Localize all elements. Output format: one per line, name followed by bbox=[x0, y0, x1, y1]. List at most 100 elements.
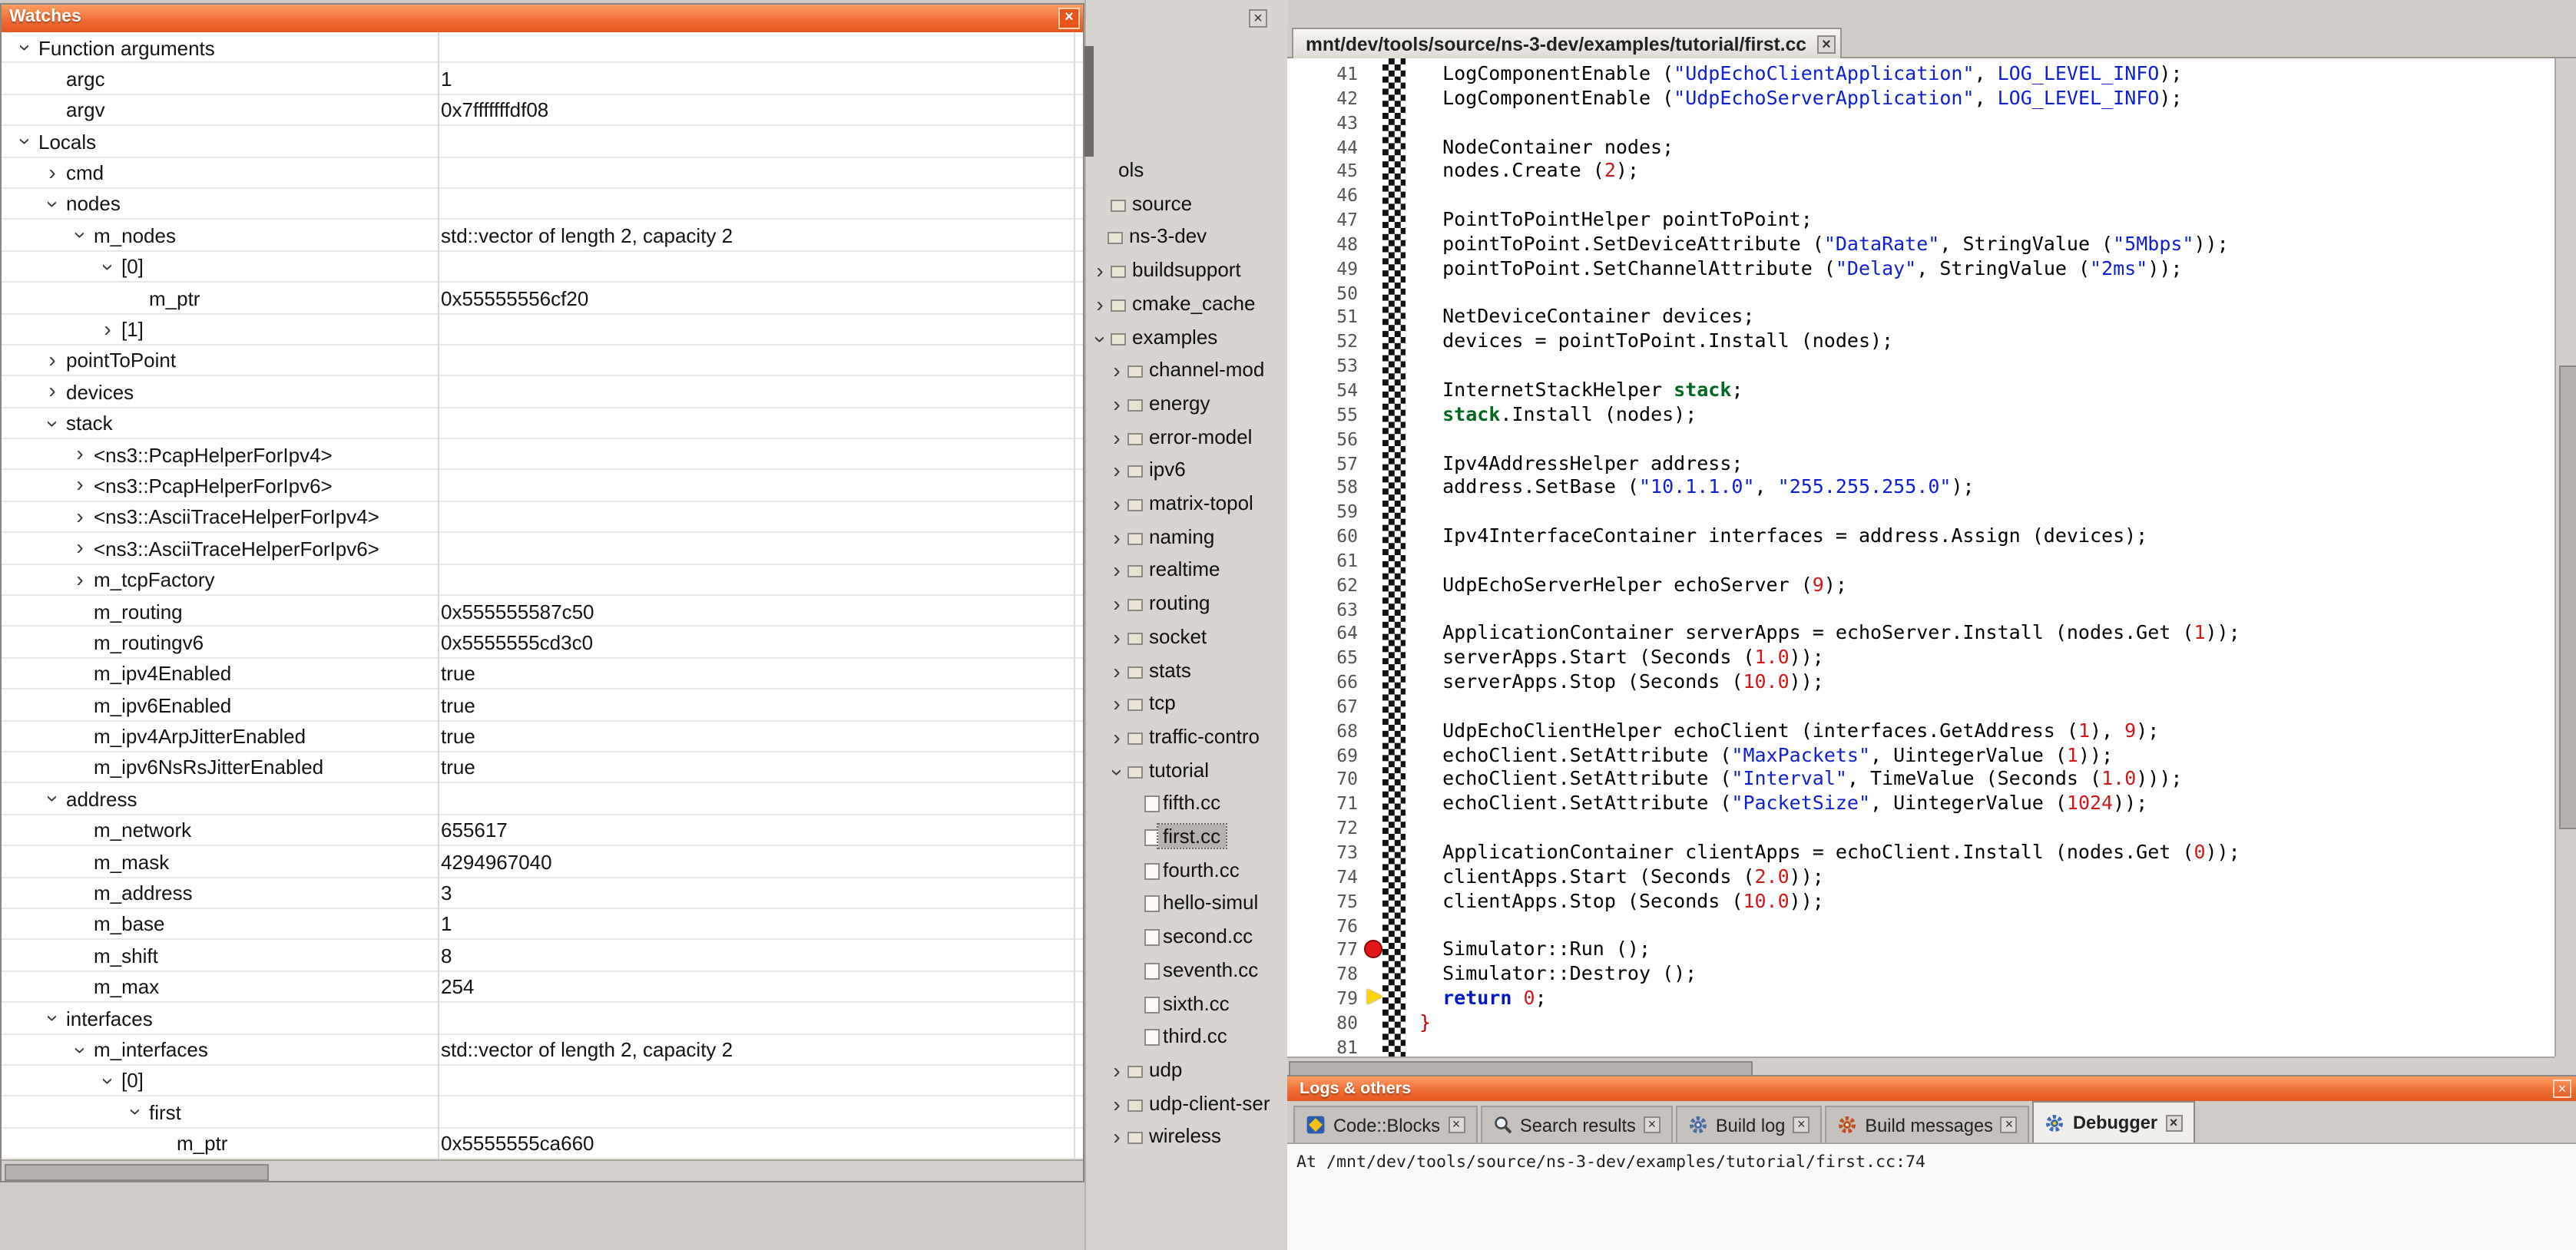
watches-hscrollbar[interactable] bbox=[2, 1159, 1083, 1181]
log-tab-debugger[interactable]: Debugger× bbox=[2033, 1101, 2194, 1143]
collapse-icon[interactable]: › bbox=[66, 1039, 94, 1060]
expand-icon[interactable]: › bbox=[1106, 558, 1127, 586]
expand-icon[interactable]: › bbox=[69, 504, 91, 531]
close-icon[interactable]: × bbox=[2165, 1114, 2182, 1131]
expand-icon[interactable]: › bbox=[1106, 625, 1127, 653]
log-tab-search-results[interactable]: Search results× bbox=[1480, 1106, 1673, 1143]
watch-row[interactable]: ›Function arguments bbox=[2, 32, 1083, 64]
expand-icon[interactable]: › bbox=[1106, 725, 1127, 752]
collapse-icon[interactable]: › bbox=[66, 225, 94, 246]
expand-icon[interactable]: › bbox=[1106, 1091, 1127, 1119]
watch-row[interactable]: m_ipv6NsRsJitterEnabledtrue bbox=[2, 752, 1083, 784]
close-icon[interactable]: × bbox=[2001, 1116, 2018, 1133]
expand-icon[interactable]: › bbox=[1106, 458, 1127, 486]
expand-icon[interactable]: › bbox=[97, 316, 118, 343]
collapse-icon[interactable]: › bbox=[38, 1007, 66, 1029]
tree-item-buildsupport[interactable]: ›buildsupport bbox=[1086, 256, 1289, 287]
tree-item-second-cc[interactable]: second.cc bbox=[1086, 923, 1289, 954]
log-tab-build-log[interactable]: Build log× bbox=[1676, 1106, 1823, 1143]
expand-icon[interactable]: › bbox=[1106, 392, 1127, 419]
tree-scrollbar-thumb[interactable] bbox=[1084, 46, 1094, 157]
tree-item-error-model[interactable]: ›error-model bbox=[1086, 423, 1289, 454]
watch-row[interactable]: ›address bbox=[2, 784, 1083, 815]
expand-icon[interactable]: › bbox=[1106, 1125, 1127, 1152]
watch-row[interactable]: m_routingv60x5555555cd3c0 bbox=[2, 627, 1083, 659]
expand-icon[interactable]: › bbox=[1106, 1058, 1127, 1086]
tree-item-ols[interactable]: ols bbox=[1086, 157, 1289, 187]
collapse-icon[interactable]: › bbox=[38, 193, 66, 215]
expand-icon[interactable]: › bbox=[69, 441, 91, 468]
log-tab-code-blocks[interactable]: Code::Blocks× bbox=[1293, 1106, 1477, 1143]
tree-item-socket[interactable]: ›socket bbox=[1086, 623, 1289, 654]
expand-icon[interactable]: › bbox=[1106, 658, 1127, 686]
watch-row[interactable]: m_ptr0x5555555ca660 bbox=[2, 1128, 1083, 1159]
tree-item-channel-mod[interactable]: ›channel-mod bbox=[1086, 356, 1289, 387]
tree-item-sixth-cc[interactable]: sixth.cc bbox=[1086, 990, 1289, 1020]
watch-row[interactable]: m_max254 bbox=[2, 971, 1083, 1003]
tree-item-wireless[interactable]: ›wireless bbox=[1086, 1123, 1289, 1154]
watch-row[interactable]: argc1 bbox=[2, 64, 1083, 95]
tree-item-tutorial[interactable]: ›tutorial bbox=[1086, 756, 1289, 787]
expand-icon[interactable]: › bbox=[1089, 292, 1111, 319]
log-tab-build-messages[interactable]: Build messages× bbox=[1825, 1106, 2030, 1143]
watch-row[interactable]: ›nodes bbox=[2, 189, 1083, 220]
watches-titlebar[interactable]: Watches × bbox=[2, 5, 1083, 32]
column-divider[interactable] bbox=[1074, 32, 1075, 1159]
column-divider[interactable] bbox=[438, 32, 439, 1159]
tree-item-fifth-cc[interactable]: fifth.cc bbox=[1086, 790, 1289, 821]
watch-row[interactable]: ›[0] bbox=[2, 1066, 1083, 1097]
watch-row[interactable]: ›<ns3::PcapHelperForIpv4> bbox=[2, 439, 1083, 471]
watch-row[interactable]: ›[0] bbox=[2, 251, 1083, 283]
tree-item-naming[interactable]: ›naming bbox=[1086, 523, 1289, 554]
tree-item-first-cc[interactable]: first.cc bbox=[1086, 823, 1289, 854]
expand-icon[interactable]: › bbox=[41, 159, 63, 187]
expand-icon[interactable]: › bbox=[1106, 691, 1127, 719]
watch-row[interactable]: ›m_nodesstd::vector of length 2, capacit… bbox=[2, 220, 1083, 252]
close-icon[interactable]: × bbox=[1817, 35, 1836, 53]
tree-item-seventh-cc[interactable]: seventh.cc bbox=[1086, 957, 1289, 987]
scrollbar-thumb[interactable] bbox=[5, 1164, 269, 1181]
expand-icon[interactable]: › bbox=[69, 535, 91, 563]
tree-item-examples[interactable]: ›examples bbox=[1086, 323, 1289, 354]
tree-item-ipv6[interactable]: ›ipv6 bbox=[1086, 457, 1289, 488]
watch-row[interactable]: m_ptr0x55555556cf20 bbox=[2, 283, 1083, 314]
breakpoint-icon[interactable] bbox=[1364, 940, 1382, 958]
watch-row[interactable]: ›m_tcpFactory bbox=[2, 564, 1083, 596]
tree-item-ns-3-dev[interactable]: ns-3-dev bbox=[1086, 223, 1289, 254]
watch-row[interactable]: m_mask4294967040 bbox=[2, 846, 1083, 878]
watch-row[interactable]: ›cmd bbox=[2, 157, 1083, 189]
tree-item-energy[interactable]: ›energy bbox=[1086, 390, 1289, 421]
close-icon[interactable]: × bbox=[1448, 1116, 1465, 1133]
collapse-icon[interactable]: › bbox=[38, 412, 66, 434]
watch-row[interactable]: m_address3 bbox=[2, 878, 1083, 909]
watch-row[interactable]: m_ipv4Enabledtrue bbox=[2, 659, 1083, 690]
expand-icon[interactable]: › bbox=[1106, 425, 1127, 452]
watch-row[interactable]: ›Locals bbox=[2, 126, 1083, 157]
tree-item-third-cc[interactable]: third.cc bbox=[1086, 1023, 1289, 1053]
expand-icon[interactable]: › bbox=[1106, 491, 1127, 519]
close-icon[interactable]: × bbox=[1249, 9, 1267, 28]
collapse-icon[interactable]: › bbox=[38, 789, 66, 810]
tree-item-tcp[interactable]: ›tcp bbox=[1086, 689, 1289, 720]
watch-row[interactable]: m_base1 bbox=[2, 909, 1083, 941]
close-icon[interactable]: × bbox=[2553, 1079, 2571, 1097]
scrollbar-thumb[interactable] bbox=[2558, 365, 2576, 829]
close-icon[interactable]: × bbox=[1058, 8, 1080, 29]
expand-icon[interactable]: › bbox=[41, 347, 63, 375]
collapse-icon[interactable]: › bbox=[11, 131, 38, 152]
tree-item-source[interactable]: source bbox=[1086, 190, 1289, 220]
expand-icon[interactable]: › bbox=[41, 379, 63, 406]
expand-icon[interactable]: › bbox=[1089, 258, 1111, 286]
expand-icon[interactable]: › bbox=[1106, 358, 1127, 385]
tree-item-udp[interactable]: ›udp bbox=[1086, 1057, 1289, 1087]
watch-row[interactable]: ›<ns3::AsciiTraceHelperForIpv4> bbox=[2, 502, 1083, 534]
tree-item-udp-client-ser[interactable]: ›udp-client-ser bbox=[1086, 1090, 1289, 1120]
watch-row[interactable]: ›m_interfacesstd::vector of length 2, ca… bbox=[2, 1034, 1083, 1066]
tree-item-routing[interactable]: ›routing bbox=[1086, 590, 1289, 620]
tree-item-realtime[interactable]: ›realtime bbox=[1086, 557, 1289, 587]
collapse-icon[interactable]: › bbox=[121, 1102, 149, 1123]
editor-vscrollbar[interactable] bbox=[2554, 58, 2576, 1057]
watch-row[interactable]: ›<ns3::AsciiTraceHelperForIpv6> bbox=[2, 534, 1083, 565]
watch-row[interactable]: ›<ns3::PcapHelperForIpv6> bbox=[2, 471, 1083, 502]
watch-row[interactable]: m_ipv4ArpJitterEnabledtrue bbox=[2, 721, 1083, 752]
